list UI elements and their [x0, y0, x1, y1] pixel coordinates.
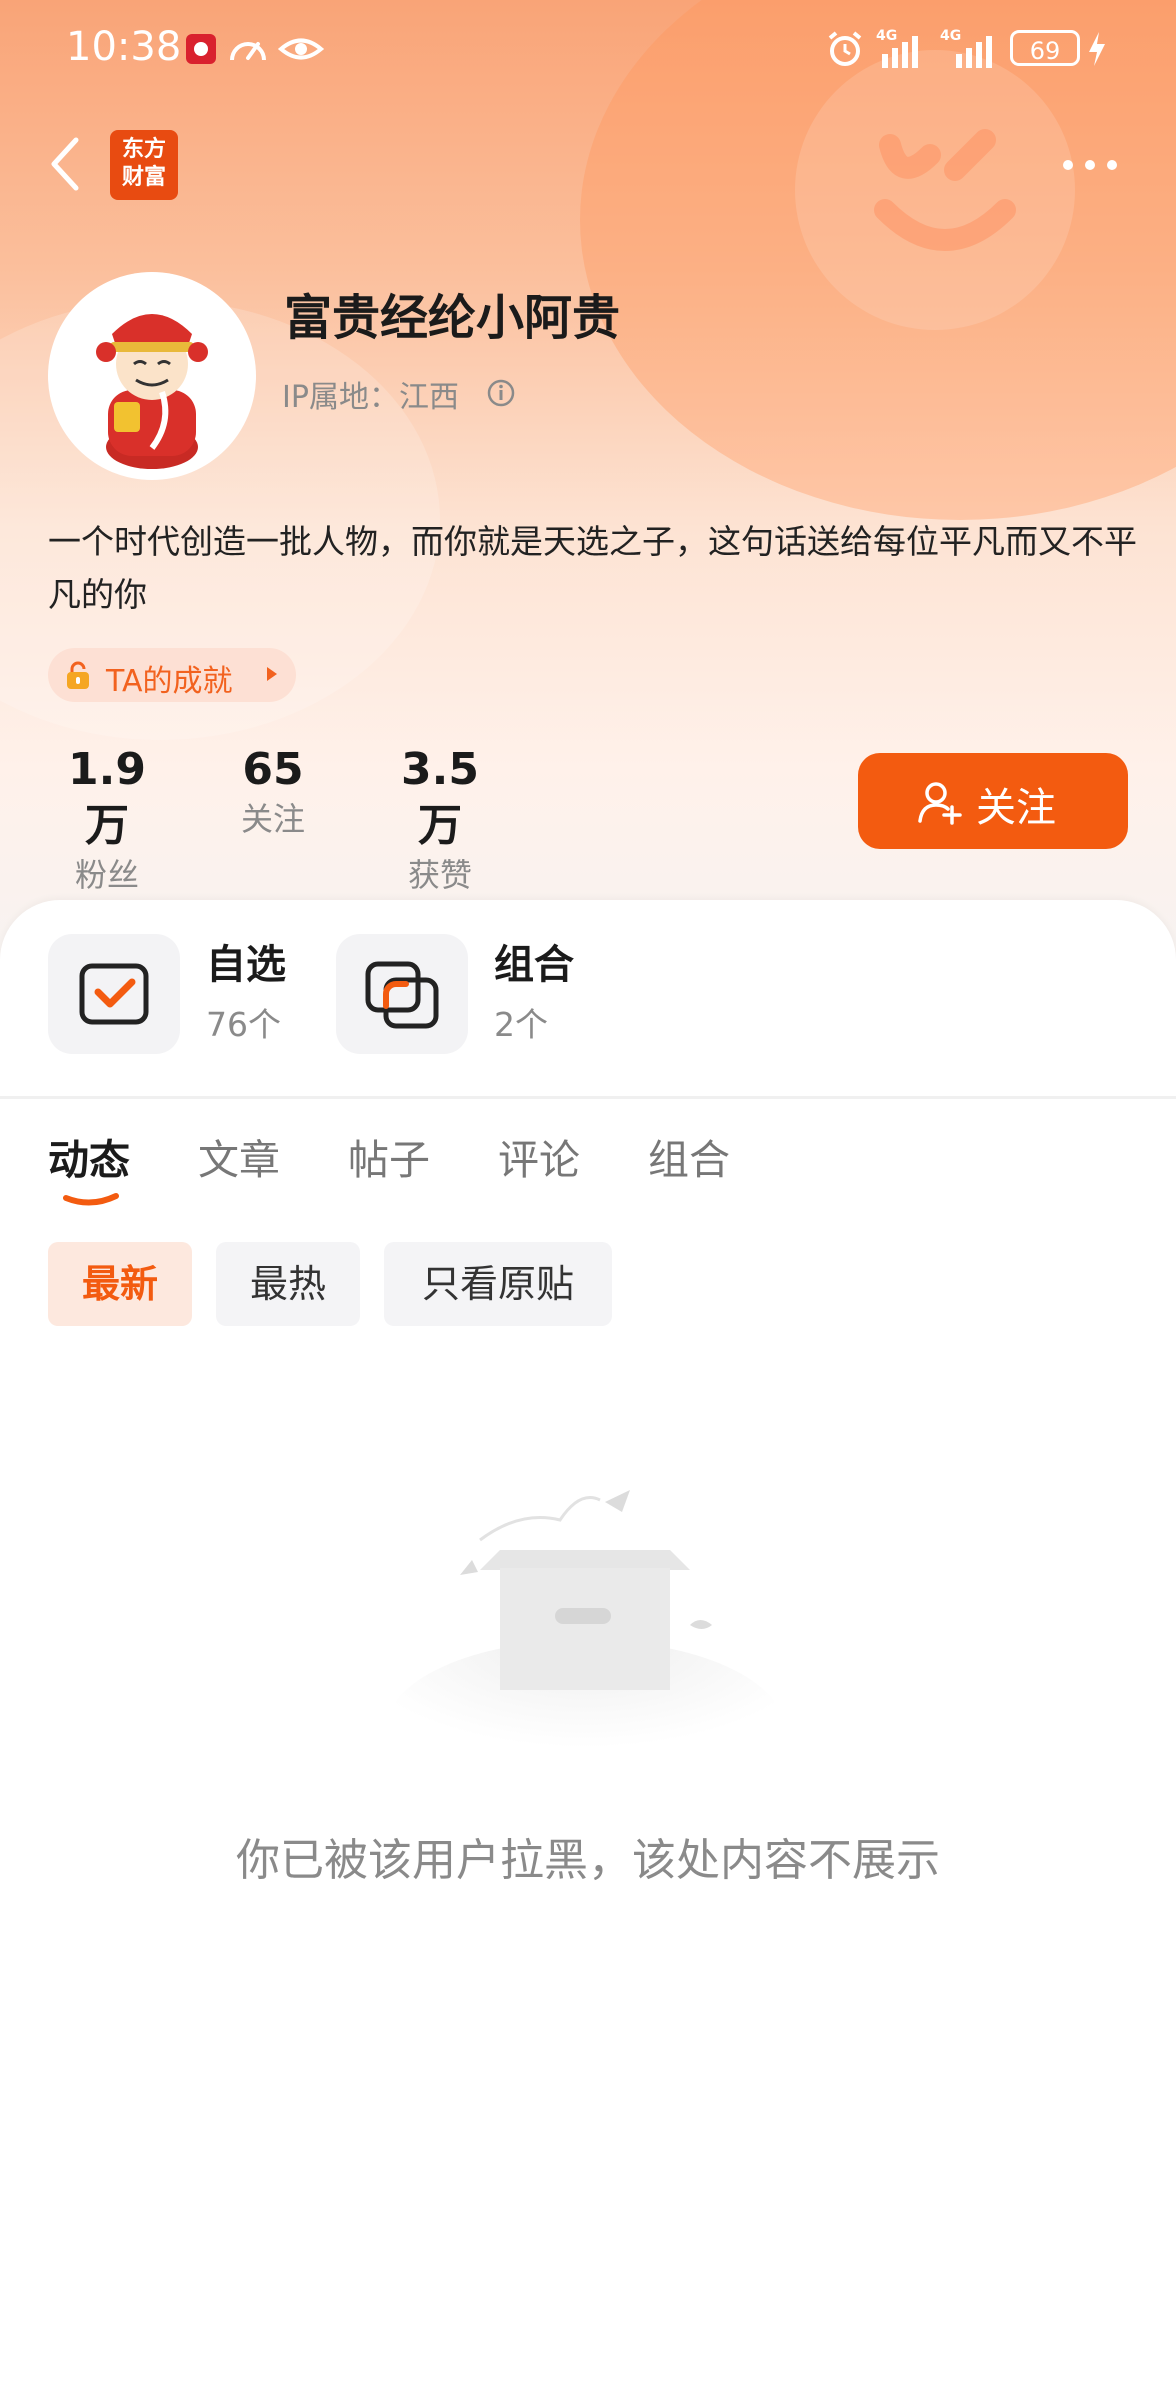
stat-likes[interactable]: 3.5万 获赞 [380, 742, 500, 896]
empty-state-message: 你已被该用户拉黑，该处内容不展示 [236, 1835, 940, 1886]
eye-icon [278, 38, 324, 60]
stat-value: 65 [242, 744, 304, 795]
stat-label: 关注 [240, 800, 305, 838]
lock-icon [67, 661, 89, 689]
shortcut-subtitle: 76个 [206, 1005, 281, 1044]
follow-button-label: 关注 [976, 785, 1056, 831]
portfolio-layers-icon [365, 961, 439, 1029]
tab-portfolios[interactable]: 组合 [648, 1126, 730, 1186]
shortcut-title[interactable]: 自选 [206, 932, 286, 990]
filter-original-only[interactable]: 只看原贴 [384, 1242, 612, 1326]
speedometer-icon [230, 42, 266, 61]
achievement-badge[interactable]: TA的成就 [48, 648, 296, 702]
tab-posts[interactable]: 帖子 [348, 1126, 430, 1186]
profile-name: 富贵经纶小阿贵 [284, 290, 621, 346]
info-icon[interactable] [486, 378, 516, 408]
stat-value: 3.5万 [401, 744, 479, 851]
status-time: 10:38 [66, 24, 182, 70]
stat-fans[interactable]: 1.9万 粉丝 [48, 742, 166, 896]
back-arrow-icon[interactable] [40, 128, 90, 200]
filter-hottest[interactable]: 最热 [216, 1242, 360, 1326]
follow-button[interactable]: 关注 [858, 753, 1128, 849]
logo-text: 财富 [121, 165, 166, 190]
stat-following[interactable]: 65 关注 [220, 742, 326, 840]
shortcut-subtitle: 2个 [494, 1005, 548, 1044]
watchlist-check-icon [79, 963, 149, 1025]
signal-4g-icon: 4G [940, 28, 1000, 68]
divider [0, 1096, 1176, 1099]
more-options-icon[interactable] [1060, 150, 1120, 180]
stat-value: 1.9万 [68, 744, 146, 851]
signal-4g-icon: 4G [876, 28, 926, 68]
active-tab-indicator [63, 1193, 119, 1206]
portfolio-shortcut[interactable] [336, 934, 468, 1054]
avatar[interactable] [48, 272, 256, 480]
battery-indicator: 69 [1010, 30, 1080, 66]
tab-dynamics[interactable]: 动态 [48, 1126, 130, 1186]
triangle-right-icon [267, 667, 277, 681]
shortcut-title[interactable]: 组合 [494, 932, 574, 990]
charging-bolt-icon [1089, 32, 1105, 66]
stat-label: 粉丝 [74, 856, 139, 894]
ip-location: IP属地：江西 [282, 380, 459, 415]
achievement-label: TA的成就 [106, 664, 233, 699]
huawei-app-icon [186, 34, 216, 64]
add-user-icon [918, 782, 962, 825]
empty-box-illustration [385, 1490, 785, 1760]
tab-articles[interactable]: 文章 [198, 1126, 280, 1186]
god-of-wealth-avatar-image [96, 314, 208, 469]
filter-latest[interactable]: 最新 [48, 1242, 192, 1326]
logo-text: 东方 [121, 137, 166, 162]
stat-label: 获赞 [407, 856, 472, 894]
tab-comments[interactable]: 评论 [498, 1126, 580, 1186]
alarm-icon [828, 31, 862, 66]
app-logo: 东方 财富 [110, 130, 178, 200]
status-bar: 10:38 4G 4G 69 [0, 0, 1176, 100]
watchlist-shortcut[interactable] [48, 934, 180, 1054]
profile-bio: 一个时代创造一批人物，而你就是天选之子，这句话送给每位平凡而又不平凡的你 [48, 522, 1137, 614]
